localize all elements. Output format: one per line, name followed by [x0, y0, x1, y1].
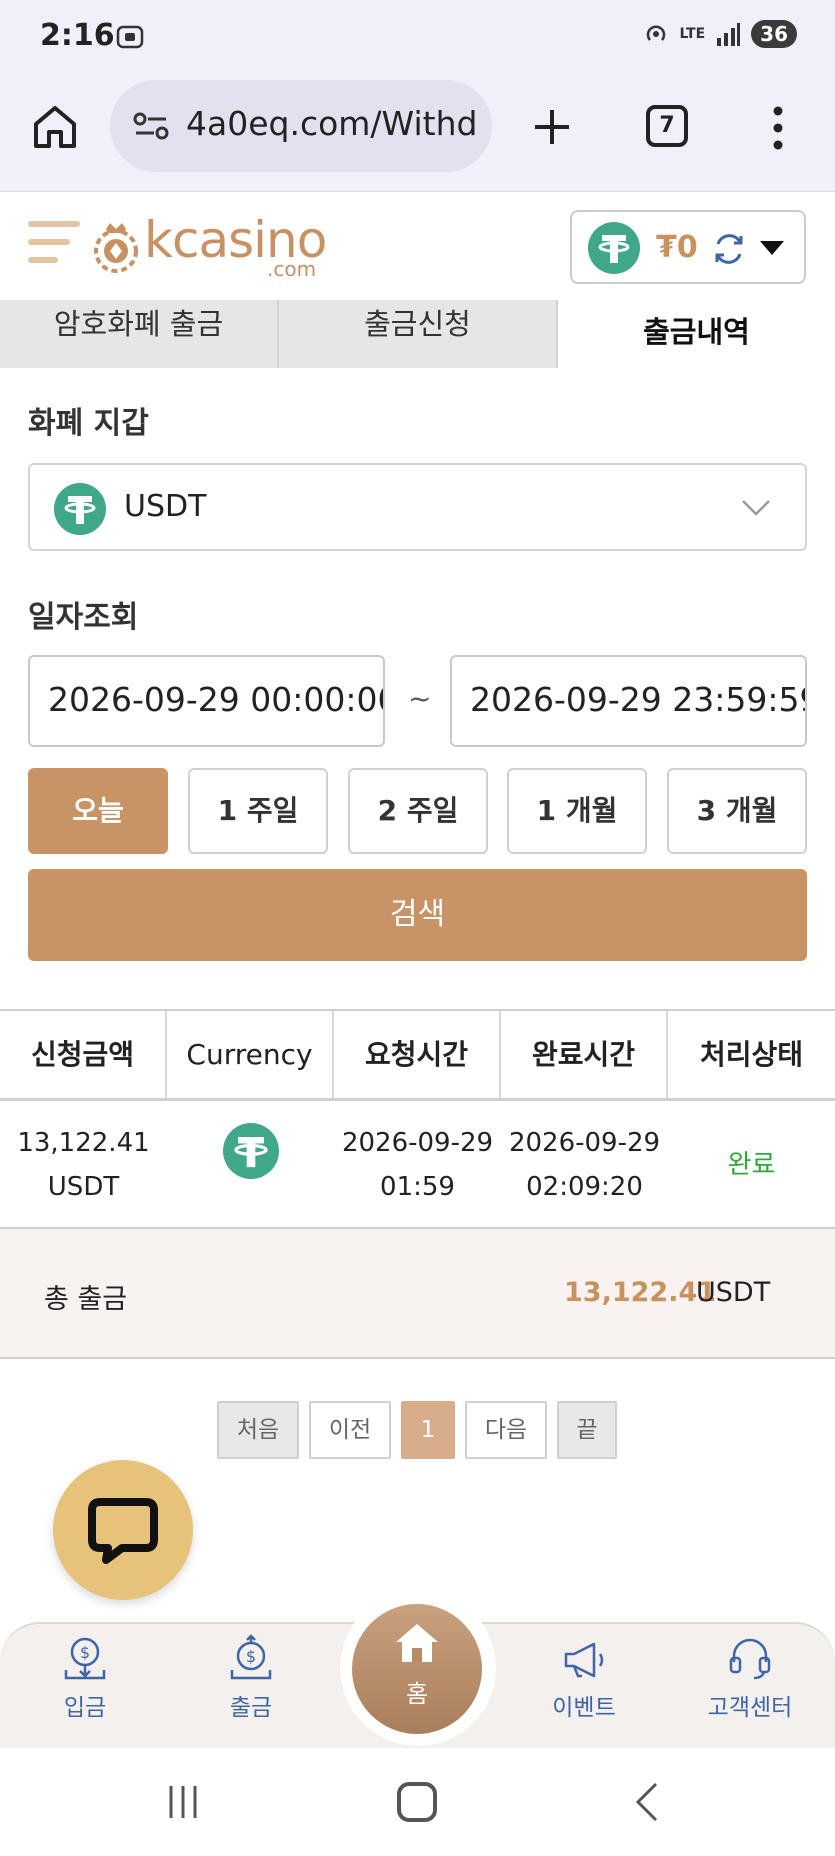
complete-date: 2026-09-29	[508, 1128, 661, 1158]
browser-toolbar: 4a0eq.com/Withd 7	[0, 80, 835, 192]
tether-icon	[588, 222, 640, 274]
header-status: 처리상태	[699, 1038, 804, 1071]
status-bar: 2:16 LTE 36	[0, 0, 835, 80]
signal-icon	[717, 23, 741, 46]
period-1week-button[interactable]: 1 주일	[188, 768, 328, 854]
summary-unit: USDT	[696, 1277, 771, 1308]
nav-home-label: 홈	[405, 1680, 429, 1708]
battery-indicator: 36	[751, 20, 797, 48]
request-time: 01:59	[380, 1172, 455, 1202]
deposit-icon: $	[64, 1637, 106, 1680]
page-next-button[interactable]: 다음	[465, 1401, 547, 1459]
recent-apps-icon[interactable]	[165, 1784, 201, 1820]
nav-event-label: 이벤트	[552, 1695, 616, 1721]
page-prev-button[interactable]: 이전	[309, 1401, 391, 1459]
header-amount: 신청금액	[0, 1011, 167, 1098]
amount-unit: USDT	[47, 1172, 120, 1202]
browser-home-icon[interactable]	[30, 102, 80, 152]
site-settings-icon[interactable]	[132, 111, 170, 141]
chevron-down-icon	[742, 500, 770, 516]
tether-icon	[54, 483, 106, 535]
request-date: 2026-09-29	[341, 1128, 494, 1158]
chat-bubble-icon	[88, 1498, 158, 1564]
period-3month-button[interactable]: 3 개월	[667, 768, 807, 854]
system-home-icon[interactable]	[397, 1782, 437, 1822]
home-icon	[396, 1624, 438, 1662]
period-1month-button[interactable]: 1 개월	[507, 768, 647, 854]
summary-label: 총 출금	[44, 1284, 128, 1315]
site-header: kcasino .com ₮0	[0, 193, 835, 303]
site-logo[interactable]: kcasino .com	[92, 211, 332, 281]
network-type: LTE	[679, 25, 706, 42]
summary-amount: 13,122.41	[564, 1277, 717, 1308]
logo-domain: .com	[267, 257, 317, 281]
tab-withdraw-history[interactable]: 출금내역	[558, 300, 835, 368]
tab-crypto-withdraw[interactable]: 암호화폐 출금	[0, 300, 279, 368]
nav-withdraw-label: 출금	[229, 1695, 273, 1721]
wallet-select-value: USDT	[124, 489, 207, 524]
tab-withdraw-request[interactable]: 출금신청	[279, 300, 558, 368]
complete-time: 02:09:20	[526, 1172, 643, 1202]
refresh-icon[interactable]	[710, 230, 748, 268]
nav-support[interactable]: 고객센터	[690, 1634, 810, 1722]
withdraw-history-table: 신청금액 Currency 요청시간 완료시간 처리상태 13,122.41 U…	[0, 1009, 835, 1359]
cell-amount: 13,122.41 USDT	[0, 1101, 167, 1227]
address-bar[interactable]: 4a0eq.com/Withd	[110, 80, 492, 172]
caret-down-icon[interactable]	[758, 238, 786, 258]
status-time: 2:16	[40, 18, 115, 53]
search-button[interactable]: 검색	[28, 869, 807, 961]
nav-withdraw[interactable]: $ 출금	[191, 1634, 311, 1722]
hamburger-menu-icon[interactable]	[28, 221, 80, 265]
wallet-balance-selector[interactable]: ₮0	[570, 210, 806, 284]
header-request-time: 요청시간	[334, 1011, 501, 1098]
nav-deposit-label: 입금	[63, 1695, 107, 1721]
date-separator: ~	[408, 682, 432, 715]
new-tab-icon[interactable]	[527, 102, 577, 152]
wallet-balance: ₮0	[656, 230, 698, 265]
back-icon[interactable]	[632, 1782, 662, 1822]
live-chat-button[interactable]	[53, 1460, 193, 1600]
page-last-button[interactable]: 끝	[557, 1401, 617, 1459]
megaphone-icon	[564, 1642, 604, 1678]
svg-text:$: $	[80, 1643, 90, 1662]
withdraw-summary: 총 출금 13,122.41 USDT	[0, 1229, 835, 1359]
period-2week-button[interactable]: 2 주일	[348, 768, 488, 854]
nav-deposit[interactable]: $ 입금	[25, 1634, 145, 1722]
cell-request-time: 2026-09-29 01:59	[334, 1101, 501, 1227]
table-row: 13,122.41 USDT 2026-09-29 01:59 2026-09-…	[0, 1101, 835, 1229]
url-text[interactable]: 4a0eq.com/Withd	[186, 104, 486, 143]
headset-icon	[729, 1638, 771, 1680]
header-currency: Currency	[167, 1011, 334, 1098]
status-badge: 완료	[727, 1150, 776, 1180]
system-navigation	[0, 1748, 835, 1856]
wallet-select[interactable]: USDT	[28, 463, 807, 551]
hotspot-icon	[647, 25, 666, 41]
nav-support-label: 고객센터	[707, 1695, 793, 1721]
cell-complete-time: 2026-09-29 02:09:20	[501, 1101, 668, 1227]
withdraw-tabs: 암호화폐 출금 출금신청 출금내역	[0, 300, 835, 368]
status-icons: LTE 36	[643, 20, 797, 48]
poker-chip-logo-icon	[94, 223, 138, 273]
cell-currency	[167, 1101, 334, 1227]
screen-record-icon	[116, 25, 144, 49]
page-first-button[interactable]: 처음	[217, 1401, 299, 1459]
wallet-label: 화폐 지갑	[28, 406, 149, 441]
table-header: 신청금액 Currency 요청시간 완료시간 처리상태	[0, 1009, 835, 1101]
header-complete-time: 완료시간	[501, 1011, 668, 1098]
period-today-button[interactable]: 오늘	[28, 768, 168, 854]
date-to-input[interactable]: 2026-09-29 23:59:59	[450, 655, 807, 747]
withdraw-icon: $	[230, 1634, 272, 1680]
page-current-button[interactable]: 1	[401, 1401, 455, 1459]
date-from-input[interactable]: 2026-09-29 00:00:00	[28, 655, 385, 747]
svg-text:$: $	[246, 1647, 256, 1666]
tab-switcher-button[interactable]: 7	[646, 105, 688, 147]
nav-event[interactable]: 이벤트	[524, 1634, 644, 1722]
nav-home[interactable]: 홈	[352, 1604, 482, 1734]
more-menu-icon[interactable]	[768, 103, 788, 153]
amount-value: 13,122.41	[17, 1128, 150, 1158]
tether-icon	[222, 1123, 279, 1179]
date-label: 일자조회	[28, 600, 139, 635]
